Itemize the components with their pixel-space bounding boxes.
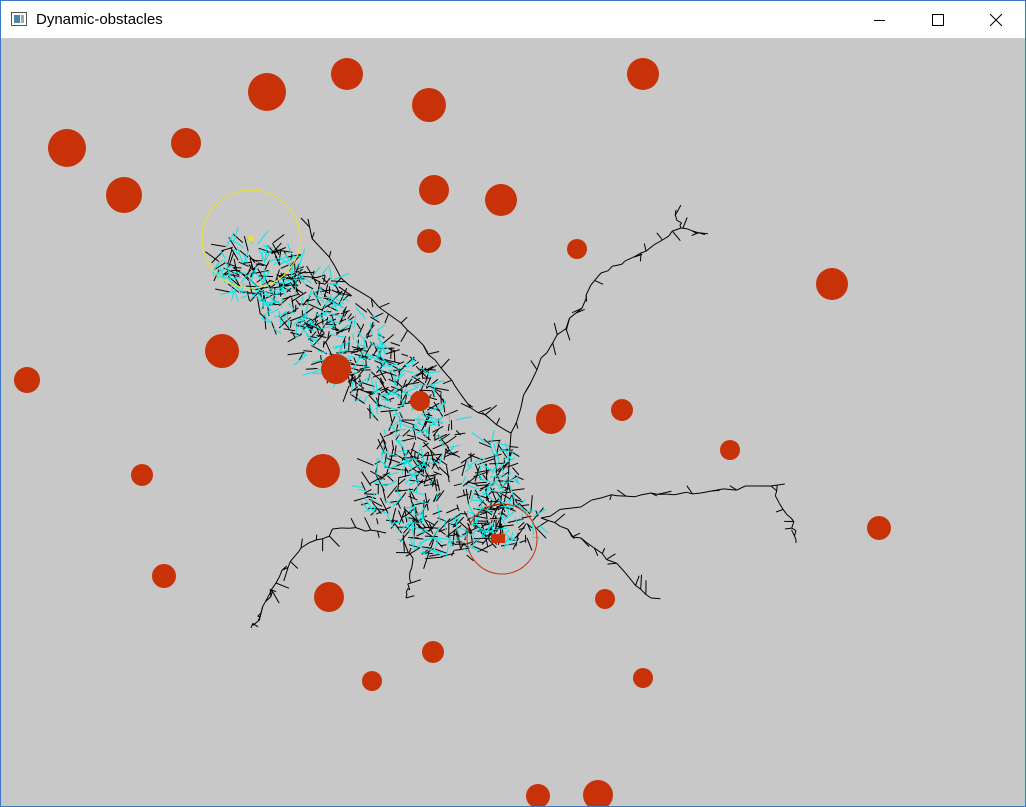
tree-edge — [419, 389, 433, 392]
obstacle-circle — [412, 88, 446, 122]
tree-edge — [625, 495, 636, 498]
path-edge — [330, 283, 339, 286]
obstacle-circle — [419, 175, 449, 205]
obstacle-circle — [536, 404, 566, 434]
close-icon — [990, 13, 1002, 26]
robot — [491, 534, 505, 543]
tree-edge — [349, 527, 356, 529]
path-edge — [394, 370, 396, 386]
obstacle-circle — [152, 564, 176, 588]
tree-edge — [440, 393, 442, 404]
window-title: Dynamic-obstacles — [36, 11, 163, 28]
maximize-button[interactable] — [909, 1, 967, 38]
tree-edge — [585, 294, 588, 302]
obstacle-circle — [611, 399, 633, 421]
canvas-background — [1, 38, 1025, 806]
tree-edge — [393, 350, 396, 363]
obstacle-circle — [867, 516, 891, 540]
obstacle-circle — [627, 58, 659, 90]
obstacle-circle — [321, 354, 351, 384]
app-window: Dynamic-obstacles — [0, 0, 1026, 807]
obstacle-circle — [422, 641, 444, 663]
tree-edge — [696, 232, 700, 234]
path-edge — [395, 381, 397, 395]
title-bar[interactable]: Dynamic-obstacles — [1, 1, 1025, 38]
minimize-button[interactable] — [851, 1, 909, 38]
obstacle-circle — [633, 668, 653, 688]
tree-edge — [424, 535, 438, 538]
tree-edge — [640, 252, 642, 262]
obstacle-circle — [362, 671, 382, 691]
tree-edge — [298, 271, 315, 274]
tree-edge — [401, 469, 408, 471]
simulation-canvas[interactable] — [1, 38, 1025, 806]
path-edge — [413, 504, 416, 513]
obstacle-circle — [485, 184, 517, 216]
tree-edge — [234, 267, 242, 269]
tree-edge — [666, 493, 675, 496]
obstacle-circle — [106, 177, 142, 213]
obstacle-circle — [417, 229, 441, 253]
goal-point — [248, 236, 254, 242]
obstacle-circle — [248, 73, 286, 111]
maximize-icon — [932, 13, 944, 26]
obstacle-circle — [567, 239, 587, 259]
obstacle-circle — [720, 440, 740, 460]
path-edge — [392, 521, 403, 524]
obstacle-circle — [48, 129, 86, 167]
obstacle-circle — [816, 268, 848, 300]
close-button[interactable] — [967, 1, 1025, 38]
obstacle-circle — [314, 582, 344, 612]
tree-edge — [405, 592, 408, 595]
path-edge — [531, 536, 540, 539]
app-window-icon — [11, 12, 27, 26]
path-edge — [376, 399, 378, 415]
obstacle-circle — [14, 367, 40, 393]
minimize-icon — [874, 19, 885, 21]
obstacle-circle — [131, 464, 153, 486]
tree-edge — [322, 340, 325, 348]
tree-edge — [682, 227, 688, 230]
tree-edge — [348, 336, 350, 351]
tree-edge — [700, 232, 708, 235]
tree-edge — [776, 485, 778, 491]
obstacle-circle — [171, 128, 201, 158]
tree-edge — [344, 340, 346, 349]
obstacle-circle — [410, 391, 430, 411]
obstacle-circle — [331, 58, 363, 90]
obstacle-circle — [306, 454, 340, 488]
obstacle-circle — [595, 589, 615, 609]
tree-edge — [390, 347, 392, 360]
path-edge — [500, 506, 509, 508]
tree-edge — [454, 543, 466, 545]
obstacle-circle — [205, 334, 239, 368]
